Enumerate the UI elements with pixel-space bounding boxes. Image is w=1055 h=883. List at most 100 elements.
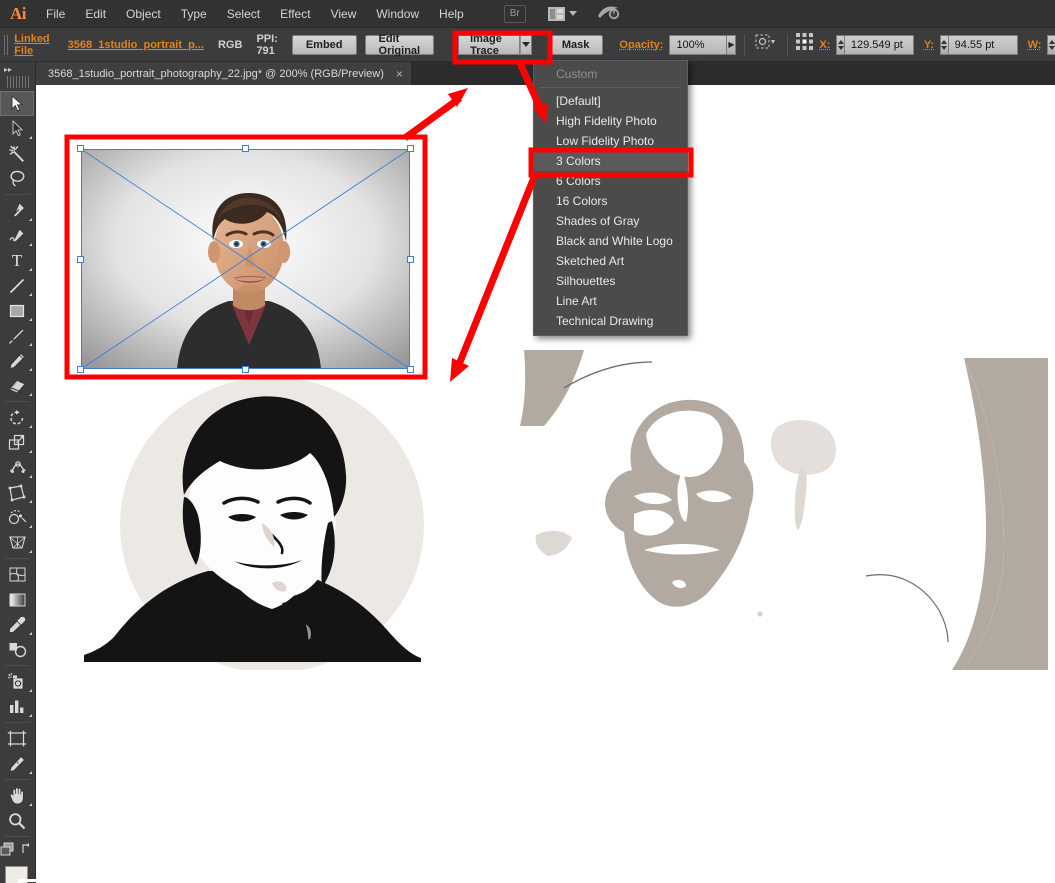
taupe-crescent-shape[interactable] [836, 350, 1055, 680]
tool-flyout-indicator [29, 218, 32, 221]
free-transform-tool[interactable] [0, 480, 34, 505]
type-tool[interactable]: T [0, 248, 34, 273]
menu-item-shades-of-gray[interactable]: Shades of Gray [534, 211, 687, 231]
width-tool[interactable] [0, 455, 34, 480]
divider [5, 779, 30, 780]
divider [5, 401, 30, 402]
control-bar-grip[interactable] [4, 34, 9, 55]
tool-flyout-indicator [29, 771, 32, 774]
selection-handle[interactable] [77, 366, 84, 373]
x-stepper[interactable] [836, 34, 844, 55]
mask-button[interactable]: Mask [547, 34, 604, 55]
selection-handle[interactable] [407, 366, 414, 373]
artboard-tool[interactable] [0, 726, 34, 751]
source-photo-object[interactable] [77, 145, 414, 373]
taupe-traced-face-shape[interactable] [506, 350, 866, 680]
selection-handle[interactable] [407, 145, 414, 152]
opacity-dropdown-arrow[interactable]: ▶ [727, 34, 737, 55]
zoom-tool[interactable] [0, 808, 34, 833]
x-coordinate-input[interactable]: 129.549 pt [843, 34, 914, 55]
menu-help[interactable]: Help [429, 0, 474, 28]
selection-handle[interactable] [407, 256, 414, 263]
menu-item-black-and-white-logo[interactable]: Black and White Logo [534, 231, 687, 251]
divider [5, 722, 30, 723]
opacity-input[interactable]: 100% [669, 34, 728, 55]
menu-item-silhouettes[interactable]: Silhouettes [534, 271, 687, 291]
menu-window[interactable]: Window [366, 0, 429, 28]
embed-button[interactable]: Embed [291, 34, 357, 55]
screen-mode-icon[interactable] [0, 842, 17, 862]
tools-panel-expand-toggle[interactable]: ▸▸ [0, 62, 35, 76]
pencil-tool[interactable] [0, 348, 34, 373]
menu-item-6-colors[interactable]: 6 Colors [534, 171, 687, 191]
linked-file-label[interactable]: Linked File [14, 33, 49, 57]
y-stepper[interactable] [940, 34, 948, 55]
eraser-tool[interactable] [0, 373, 34, 398]
linked-file-name[interactable]: 3568_1studio_portrait_p... [68, 39, 204, 51]
menu-select[interactable]: Select [217, 0, 270, 28]
menu-edit[interactable]: Edit [75, 0, 116, 28]
menu-item-technical-drawing[interactable]: Technical Drawing [534, 311, 687, 331]
menu-item-custom: Custom [556, 67, 598, 81]
menu-item-low-fidelity-photo[interactable]: Low Fidelity Photo [534, 131, 687, 151]
bridge-button[interactable]: Br [503, 4, 526, 23]
line-segment-tool[interactable] [0, 273, 34, 298]
align-options-icon[interactable] [753, 33, 775, 56]
menu-item-16-colors[interactable]: 16 Colors [534, 191, 687, 211]
direct-selection-tool[interactable] [0, 116, 34, 141]
menu-item-line-art[interactable]: Line Art [534, 291, 687, 311]
three-color-traced-portrait[interactable] [76, 375, 461, 670]
tool-flyout-indicator [29, 343, 32, 346]
menu-item-sketched-art[interactable]: Sketched Art [534, 251, 687, 271]
menu-object[interactable]: Object [116, 0, 171, 28]
menu-item-3-colors[interactable]: 3 Colors [534, 151, 687, 171]
selection-tool[interactable] [0, 91, 34, 116]
arrange-documents-button[interactable] [547, 6, 577, 21]
gradient-tool[interactable] [0, 587, 34, 612]
image-trace-preset-menu[interactable]: Custom [Default] High Fidelity Photo Low… [533, 60, 688, 336]
selection-handle[interactable] [77, 145, 84, 152]
shape-builder-tool[interactable] [0, 505, 34, 530]
menu-type[interactable]: Type [171, 0, 217, 28]
pen-tool[interactable] [0, 198, 34, 223]
menu-effect[interactable]: Effect [270, 0, 320, 28]
close-icon[interactable]: × [396, 67, 403, 81]
symbol-sprayer-tool[interactable] [0, 669, 34, 694]
column-graph-tool[interactable] [0, 694, 34, 719]
slice-tool[interactable] [0, 751, 34, 776]
illustrator-swoosh-icon[interactable] [597, 4, 621, 24]
swap-fill-stroke-icon[interactable] [21, 842, 35, 862]
image-trace-preset-dropdown-toggle[interactable] [520, 34, 532, 55]
hand-tool[interactable] [0, 783, 34, 808]
mesh-tool[interactable] [0, 562, 34, 587]
selection-handle[interactable] [242, 145, 249, 152]
tool-flyout-indicator [29, 293, 32, 296]
menu-view[interactable]: View [321, 0, 367, 28]
menu-item-default[interactable]: [Default] [534, 91, 687, 111]
rotate-tool[interactable] [0, 405, 34, 430]
scale-tool[interactable] [0, 430, 34, 455]
eyedropper-tool[interactable] [0, 612, 34, 637]
blend-tool[interactable] [0, 637, 34, 662]
add-anchor-point-tool[interactable] [0, 223, 34, 248]
rectangle-tool[interactable] [0, 298, 34, 323]
tool-flyout-indicator [29, 243, 32, 246]
magic-wand-tool[interactable] [0, 141, 34, 166]
selection-handle[interactable] [242, 366, 249, 373]
edit-original-button[interactable]: Edit Original [364, 33, 435, 57]
document-tab[interactable]: 3568_1studio_portrait_photography_22.jpg… [36, 62, 412, 85]
image-trace-button[interactable]: Image Trace [458, 33, 521, 57]
transform-reference-point-icon[interactable] [795, 32, 815, 57]
selection-handle[interactable] [77, 256, 84, 263]
perspective-grid-tool[interactable] [0, 530, 34, 555]
paintbrush-tool[interactable] [0, 323, 34, 348]
lasso-tool[interactable] [0, 166, 34, 191]
arrange-documents-icon [547, 6, 565, 21]
opacity-label[interactable]: Opacity: [619, 39, 663, 51]
width-stepper[interactable] [1047, 34, 1055, 55]
menu-item-high-fidelity-photo[interactable]: High Fidelity Photo [534, 111, 687, 131]
tools-panel-grip[interactable] [6, 76, 29, 88]
menu-file[interactable]: File [36, 0, 75, 28]
fill-stroke-swatches [5, 866, 41, 883]
y-coordinate-input[interactable]: 94.55 pt [947, 34, 1018, 55]
